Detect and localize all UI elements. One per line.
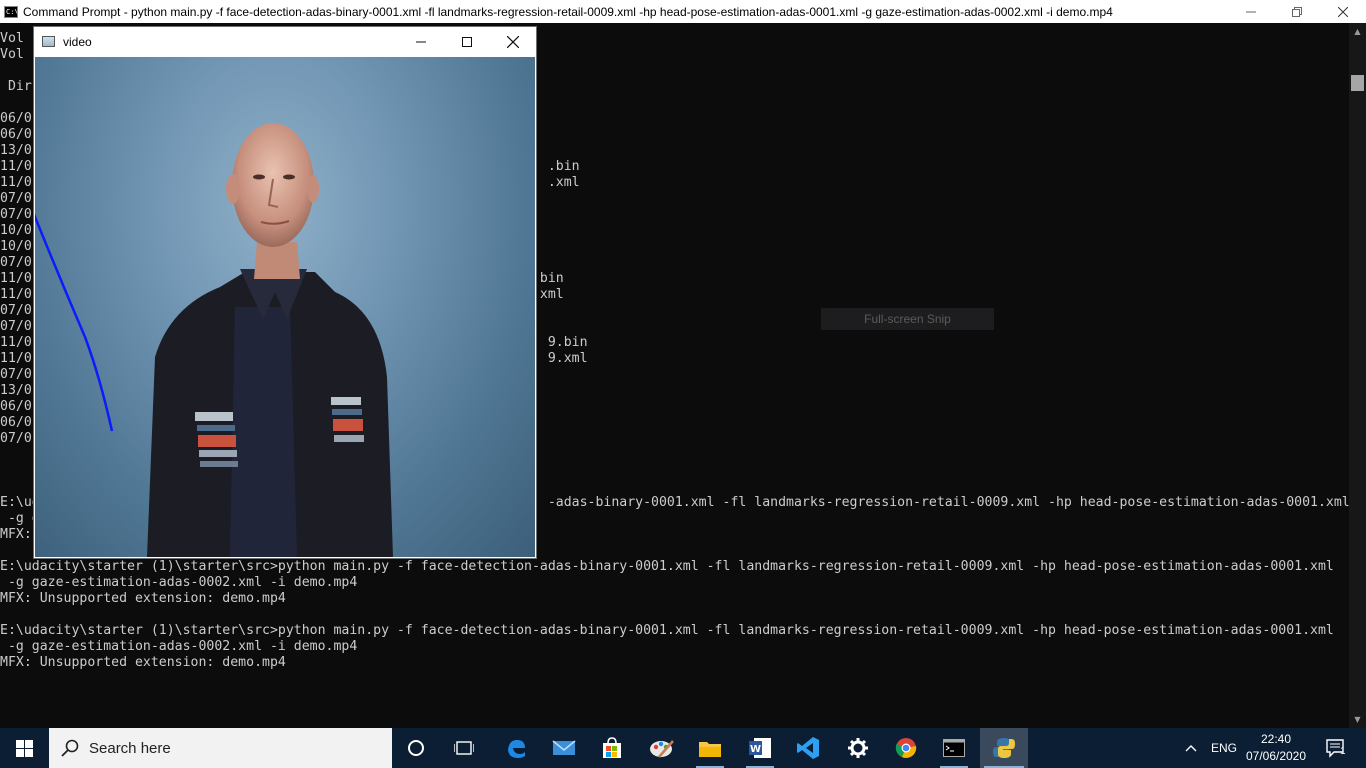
taskbar-word[interactable]: W [738,728,782,768]
console-line: 10/0 [0,239,32,254]
search-placeholder: Search here [89,739,171,757]
full-screen-snip-overlay[interactable]: Full-screen Snip [821,308,994,330]
taskbar-search-box[interactable]: Search here [49,728,392,768]
console-line: 07/0 [0,207,32,222]
console-line: Vol [0,47,24,62]
notification-count: 1 [1340,746,1346,757]
console-line: MFX: Unsupported extension: demo.mp4 [0,655,286,670]
console-line: 06/0 [0,399,32,414]
action-center-button[interactable]: 1 [1318,728,1354,768]
console-line: Vol [0,31,24,46]
taskbar-store[interactable] [590,728,634,768]
console-line: -g gaze-estimation-adas-0002.xml -i demo… [0,575,358,590]
cmd-restore-button[interactable] [1274,0,1320,23]
console-line: 07/0 [0,431,32,446]
taskbar-paint[interactable] [638,728,686,768]
paint-icon [650,740,674,758]
cmd-minimize-button[interactable] [1228,0,1274,23]
console-line: E:\udacity\starter (1)\starter\src>pytho… [0,623,1334,638]
video-window-icon [42,36,55,47]
windows-logo-icon [15,739,33,757]
taskbar-vscode[interactable] [786,728,830,768]
console-line: 13/0 [0,143,32,158]
word-icon: W [749,738,771,758]
video-window-title: video [63,34,92,49]
command-prompt-icon [943,739,965,757]
taskbar-chrome[interactable] [884,728,928,768]
console-line: -g gaze-estimation-adas-0002.xml -i demo… [0,639,358,654]
scroll-up-arrow-icon[interactable]: ▲ [1349,23,1366,40]
console-line: 07/0 [0,319,32,334]
taskbar-file-explorer[interactable] [688,728,732,768]
taskbar-clock[interactable]: 22:40 07/06/2020 [1234,728,1318,768]
console-scrollbar[interactable]: ▲ ▼ [1349,23,1366,728]
tray-show-hidden-icons[interactable] [1180,728,1202,768]
video-titlebar[interactable]: video [34,27,536,56]
taskbar-python[interactable] [980,728,1028,768]
clock-time: 22:40 [1260,732,1292,746]
task-view-icon [454,741,474,755]
cmd-app-icon: C:\ [4,5,18,18]
console-line: 07/0 [0,303,32,318]
console-line: 07/0 [0,191,32,206]
start-button[interactable] [0,728,48,768]
svg-text:W: W [750,744,761,755]
taskbar-edge[interactable] [494,728,538,768]
video-frame [35,57,535,557]
maximize-icon [462,36,472,47]
console-line: MFX: [0,527,32,542]
cortana-button[interactable] [396,728,436,768]
scroll-down-arrow-icon[interactable]: ▼ [1349,711,1366,728]
edge-icon [508,740,525,758]
console-line: 06/0 [0,127,32,142]
minimize-icon [1246,11,1256,12]
video-person-image [35,123,393,557]
console-line: 07/0 [0,255,32,270]
search-icon [61,739,79,757]
console-line: 13/0 [0,383,32,398]
console-line: E:\udacity\starter (1)\starter\src>pytho… [0,559,1334,574]
vscode-icon [797,737,819,759]
video-close-button[interactable] [490,27,536,56]
console-line: MFX: Unsupported extension: demo.mp4 [0,591,286,606]
store-icon [603,737,621,758]
close-icon [1338,6,1348,17]
task-view-button[interactable] [444,728,484,768]
console-line: Dir [0,79,32,94]
minimize-icon [416,41,426,42]
taskbar: Search here W ENG 22:40 07/06/2020 1 [0,728,1366,768]
cmd-titlebar[interactable]: C:\ Command Prompt - python main.py -f f… [0,0,1366,23]
clock-date: 07/06/2020 [1245,749,1307,763]
cortana-circle-icon [408,740,424,756]
gaze-direction-line [35,213,114,432]
taskbar-command-prompt[interactable] [932,728,976,768]
chrome-icon [895,738,917,758]
taskbar-settings[interactable] [836,728,880,768]
gear-icon [848,738,868,758]
video-minimize-button[interactable] [398,27,444,56]
cmd-window-title: Command Prompt - python main.py -f face-… [23,4,1113,19]
video-window[interactable]: video [34,27,536,558]
restore-icon [1292,6,1302,17]
mail-icon [552,740,576,755]
console-line: 06/0 [0,111,32,126]
video-maximize-button[interactable] [444,27,490,56]
folder-icon [699,742,721,757]
close-icon [507,35,519,48]
chevron-up-icon [1185,745,1197,752]
console-line: 10/0 [0,223,32,238]
console-line: 06/0 [0,415,32,430]
taskbar-mail[interactable] [542,728,586,768]
cmd-close-button[interactable] [1320,0,1366,23]
scroll-thumb[interactable] [1351,75,1364,91]
console-line: 07/0 [0,367,32,382]
python-icon [993,738,1015,758]
